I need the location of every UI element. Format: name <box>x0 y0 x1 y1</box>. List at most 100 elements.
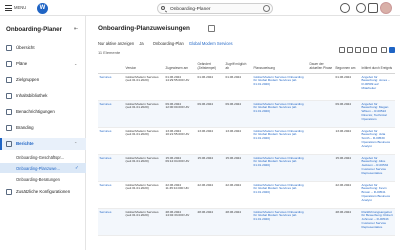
table-cell: 09.06.2024 <box>196 100 224 128</box>
sidebar-item-notifications[interactable]: Benachrichtigungen <box>0 106 86 118</box>
workday-logo[interactable]: W <box>37 3 48 14</box>
grid-view-icon[interactable] <box>381 47 387 53</box>
table-cell[interactable]: Rückführungsangebot für Bewerbung: Rober… <box>360 208 395 236</box>
sidebar-item-label: Pläne <box>16 61 28 66</box>
table-cell: 22.06.2024 <box>224 181 252 209</box>
table-cell: 09.06.2024 12:00:00.000 Uhr <box>164 100 196 128</box>
table-cell: 13.06.2024 10:21:55.000 Uhr <box>164 127 196 155</box>
table-cell[interactable]: Services <box>98 181 124 209</box>
search-field[interactable]: Onboarding-Planer <box>157 3 273 14</box>
sidebar-subitem-label: Onboarding-Geschäftspr... <box>16 154 65 160</box>
bell-icon <box>6 109 12 115</box>
table-cell: Global Modern Services (seit 01.01.2020) <box>124 100 164 128</box>
assignments-table: Version Zugewiesen am Geändert (Zeitstem… <box>98 59 395 236</box>
table-cell[interactable]: Angebot für Bewerbung: Julia Smith – R-0… <box>360 127 395 155</box>
table-cell[interactable]: Services <box>98 127 124 155</box>
checkmark-icon: ✓ <box>75 165 79 170</box>
column-header[interactable]: Geändert (Zeitstempel) <box>196 59 224 74</box>
columns-icon[interactable] <box>363 47 369 53</box>
table-cell[interactable]: Global Modern Services Onboarding für Gl… <box>252 154 308 182</box>
export-icon[interactable] <box>208 25 215 32</box>
table-cell: 15.06.2024 <box>224 154 252 182</box>
column-header[interactable] <box>98 59 124 74</box>
plan-filter-label: Onboarding-Plan <box>152 41 184 46</box>
user-avatar[interactable] <box>380 2 392 14</box>
sidebar-item-label: Inhaltsbibliothek <box>16 93 48 98</box>
sidebar-subitem-business-processes[interactable]: Onboarding-Geschäftspr... <box>0 152 86 162</box>
menu-icon[interactable] <box>5 5 12 11</box>
table-header-row: Version Zugewiesen am Geändert (Zeitstem… <box>98 59 395 74</box>
collapse-sidebar-icon[interactable]: ⇤ <box>74 26 78 32</box>
table-cell: 01.06.2024 <box>224 73 252 101</box>
search-input[interactable]: Onboarding-Planer <box>170 7 211 12</box>
table-cell: 01.06.2024 14:29:55.000 Uhr <box>164 73 196 101</box>
table-cell: 22.06.2024 <box>334 181 360 209</box>
column-header[interactable]: Zugriff möglich ab <box>224 59 252 74</box>
sidebar-item-reports[interactable]: Berichte ⌃ <box>0 138 86 150</box>
table-cell: Global Modern Services (seit 01.01.2020) <box>124 154 164 182</box>
table-row: Services Global Modern Services (seit 01… <box>98 154 395 182</box>
sidebar-item-plans[interactable]: Pläne ⌄ <box>0 58 86 70</box>
table-cell <box>308 181 334 209</box>
settings-icon <box>6 189 12 195</box>
sidebar-item-label: Branding <box>16 125 34 130</box>
page-title: Onboarding-Planzuweisungen <box>98 25 190 32</box>
sort-icon[interactable] <box>355 47 361 53</box>
table-row: Services Global Modern Services (seit 01… <box>98 73 395 101</box>
column-header[interactable]: Dauer der aktuellen Phase <box>308 59 334 74</box>
sidebar-item-library[interactable]: Inhaltsbibliothek <box>0 90 86 102</box>
table-row: Services Global Modern Services (seit 01… <box>98 181 395 209</box>
sidebar-item-target-groups[interactable]: Zielgruppen <box>0 74 86 86</box>
sidebar-item-additional-config[interactable]: Zusätzliche Konfigurationen <box>0 186 86 198</box>
sidebar-subitem-plan-assignments[interactable]: Onboarding-Planzuwe... ✓ <box>0 163 86 173</box>
active-filter-value[interactable]: Ja <box>139 41 143 46</box>
column-header[interactable]: Version <box>124 59 164 74</box>
notifications-icon[interactable] <box>356 3 366 13</box>
table-row: Services Global Modern Services (seit 01… <box>98 208 395 236</box>
clear-search-icon[interactable] <box>263 5 270 12</box>
table-cell: Global Modern Services (seit 01.01.2020) <box>124 181 164 209</box>
sidebar-item-overview[interactable]: Übersicht <box>0 42 86 54</box>
table-cell[interactable]: Services <box>98 73 124 101</box>
table-cell[interactable]: Global Modern Services Onboarding für Gl… <box>252 208 308 236</box>
table-cell <box>308 154 334 182</box>
column-header[interactable]: Initiiert durch Ereignis <box>360 59 395 74</box>
column-header[interactable]: Zugewiesen am <box>164 59 196 74</box>
table-cell[interactable]: Angebot für Bewerbung: Jones – R-00509 a… <box>360 73 395 101</box>
table-cell[interactable]: Global Modern Services Onboarding für Gl… <box>252 127 308 155</box>
sidebar-item-label: Benachrichtigungen <box>16 109 55 114</box>
column-header[interactable]: Planzuweisung <box>252 59 308 74</box>
table-cell[interactable]: Services <box>98 154 124 182</box>
chevron-up-icon: ⌃ <box>74 141 78 146</box>
sidebar-subitem-consultations[interactable]: Onboarding-Beratungen <box>0 174 86 184</box>
table-cell: Global Modern Services (seit 01.01.2020) <box>124 127 164 155</box>
table-cell[interactable]: Services <box>98 208 124 236</box>
plan-filter-value[interactable]: Global Modern Services <box>189 41 233 46</box>
table-cell: 15.06.2024 <box>334 154 360 182</box>
inbox-icon[interactable] <box>368 3 378 13</box>
chevron-down-icon: ⌄ <box>74 61 78 66</box>
sidebar: Onboarding-Planer ⇤ Übersicht Pläne ⌄ Zi… <box>0 16 86 250</box>
fullscreen-icon[interactable] <box>371 47 377 53</box>
table-cell[interactable]: Angebot für Bewerbung: Kevin Brown – R-0… <box>360 181 395 209</box>
chat-icon[interactable] <box>340 3 350 13</box>
table-cell: 22.06.2024 <box>196 181 224 209</box>
filter-icon[interactable] <box>347 47 353 53</box>
table-cell[interactable]: Global Modern Services Onboarding für Gl… <box>252 181 308 209</box>
top-bar: MENU W Onboarding-Planer <box>0 0 400 16</box>
menu-label[interactable]: MENU <box>14 5 26 10</box>
sidebar-item-label: Übersicht <box>16 45 35 50</box>
table-cell[interactable]: Angebot für Bewerbung: Alice Jackson – R… <box>360 154 395 182</box>
list-view-icon[interactable] <box>389 47 395 53</box>
table-cell[interactable]: Services <box>98 100 124 128</box>
target-groups-icon <box>6 77 12 83</box>
column-header[interactable]: Begonnen am <box>334 59 360 74</box>
table-cell[interactable]: Angebot für Bewerbung: Megan Wilson – R-… <box>360 100 395 128</box>
table-cell[interactable]: Global Modern Services Onboarding für Gl… <box>252 73 308 101</box>
excel-export-icon[interactable] <box>339 47 345 53</box>
filter-bar: Nur aktive anzeigen Ja Onboarding-Plan G… <box>98 41 233 46</box>
table-cell: 13.06.2024 <box>334 127 360 155</box>
table-cell[interactable]: Global Modern Services Onboarding für Gl… <box>252 100 308 128</box>
sidebar-item-branding[interactable]: Branding <box>0 122 86 134</box>
reports-icon <box>6 141 12 147</box>
